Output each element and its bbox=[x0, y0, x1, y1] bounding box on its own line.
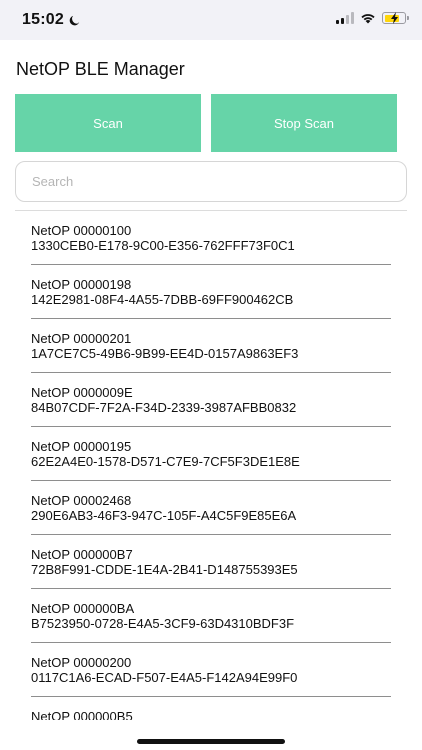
status-time: 15:02 bbox=[22, 11, 64, 28]
cellular-signal-icon bbox=[336, 12, 354, 24]
device-uuid: 142E2981-08F4-4A55-7DBB-69FF900462CB bbox=[31, 292, 294, 307]
charging-bolt-icon bbox=[391, 12, 398, 24]
device-uuid: 0117C1A6-ECAD-F507-E4A5-F142A94E99F0 bbox=[31, 670, 298, 685]
device-uuid: B7523950-0728-E4A5-3CF9-63D4310BDF3F bbox=[31, 616, 295, 631]
device-uuid: 72B8F991-CDDE-1E4A-2B41-D148755393E5 bbox=[31, 562, 298, 577]
status-time-group: 15:02 bbox=[22, 11, 81, 29]
device-name: NetOP 000000B7 bbox=[31, 547, 133, 562]
device-name: NetOP 000000BA bbox=[31, 601, 135, 616]
device-name: NetOP 00000200 bbox=[31, 655, 132, 670]
device-name: NetOP 00000198 bbox=[31, 277, 132, 292]
device-list-item[interactable]: NetOP 00000100 1330CEB0-E178-9C00-E356-76… bbox=[0, 211, 422, 265]
battery-icon bbox=[382, 12, 409, 24]
device-list-item[interactable]: NetOP 00000200 0117C1A6-ECAD-F507-E4A5-F1… bbox=[0, 643, 422, 697]
device-uuid: 1330CEB0-E178-9C00-E356-762FFF73F0C1 bbox=[31, 238, 295, 253]
device-name: NetOP 00000195 bbox=[31, 439, 132, 454]
device-name: NetOP 0000009E bbox=[31, 385, 133, 400]
app-screen: NetOP BLE Manager Scan Stop Scan NetOP 0… bbox=[0, 40, 422, 750]
wifi-icon bbox=[361, 14, 375, 24]
device-uuid: 1A7CE7C5-49B6-9B99-EE4D-0157A9863EF3 bbox=[31, 346, 299, 361]
device-list-item[interactable]: NetOP 000000B5 bbox=[0, 697, 422, 721]
moon-icon bbox=[69, 15, 80, 25]
device-uuid: 290E6AB3-46F3-947C-105F-A4C5F9E85E6A bbox=[31, 508, 297, 523]
device-list-item[interactable]: NetOP 00000201 1A7CE7C5-49B6-9B99-EE4D-01… bbox=[0, 319, 422, 373]
device-name: NetOP 00000201 bbox=[31, 331, 132, 346]
device-list-item[interactable]: NetOP 000000BA B7523950-0728-E4A5-3CF9-63… bbox=[0, 589, 422, 643]
status-indicators bbox=[336, 12, 409, 24]
home-indicator[interactable] bbox=[137, 739, 285, 744]
device-list-item[interactable]: NetOP 00000198 142E2981-08F4-4A55-7DBB-69… bbox=[0, 265, 422, 319]
device-list[interactable]: NetOP 00000100 1330CEB0-E178-9C00-E356-76… bbox=[0, 211, 422, 721]
device-name: NetOP 00002468 bbox=[31, 493, 132, 508]
device-list-item[interactable]: NetOP 00000195 62E2A4E0-1578-D571-C7E9-7C… bbox=[0, 427, 422, 481]
device-list-item[interactable]: NetOP 0000009E 84B07CDF-7F2A-F34D-2339-39… bbox=[0, 373, 422, 427]
device-list-item[interactable]: NetOP 000000B7 72B8F991-CDDE-1E4A-2B41-D1… bbox=[0, 535, 422, 589]
scan-button[interactable]: Scan bbox=[15, 94, 201, 152]
status-bar: 15:02 bbox=[0, 0, 422, 40]
page-title: NetOP BLE Manager bbox=[16, 59, 185, 79]
device-list-item[interactable]: NetOP 00002468 290E6AB3-46F3-947C-105F-A4… bbox=[0, 481, 422, 535]
search-input[interactable] bbox=[15, 161, 407, 202]
device-name: NetOP 00000100 bbox=[31, 223, 132, 238]
device-uuid: 62E2A4E0-1578-D571-C7E9-7CF5F3DE1E8E bbox=[31, 454, 300, 469]
home-indicator-area bbox=[0, 720, 422, 750]
device-uuid: 84B07CDF-7F2A-F34D-2339-3987AFBB0832 bbox=[31, 400, 297, 415]
stop-scan-button[interactable]: Stop Scan bbox=[211, 94, 397, 152]
